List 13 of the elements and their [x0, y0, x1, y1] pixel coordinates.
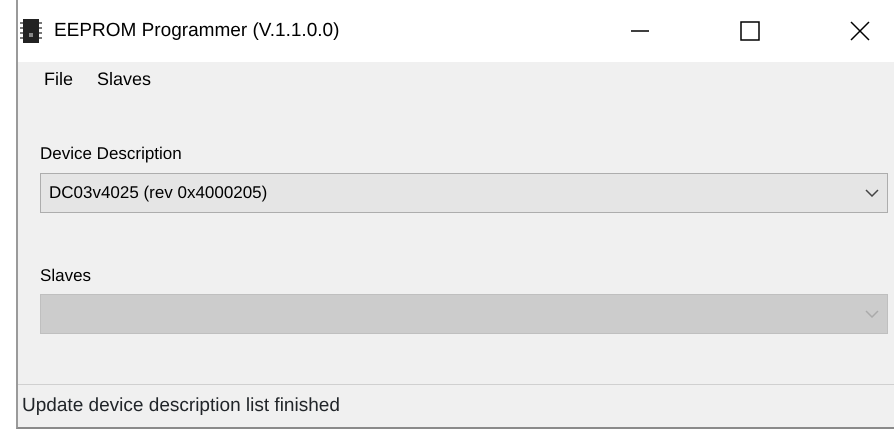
chevron-icon: [865, 188, 879, 197]
chip-icon: [20, 19, 42, 44]
close-icon: [850, 21, 870, 42]
field-label: Device Description: [40, 143, 182, 166]
field-label: Slaves: [40, 264, 92, 287]
menu-item[interactable]: Slaves: [85, 66, 164, 94]
minimize-icon: [630, 30, 650, 32]
window-title: EEPROM Programmer (V.1.1.0.0): [54, 18, 340, 43]
chevron-icon: [865, 310, 879, 318]
dropdown[interactable]: DC03v4025 (rev 0x4000205): [40, 172, 888, 213]
status-text: Update device description list finished: [18, 384, 894, 427]
menu-item[interactable]: File: [32, 66, 86, 94]
maximize-icon: [740, 21, 760, 42]
